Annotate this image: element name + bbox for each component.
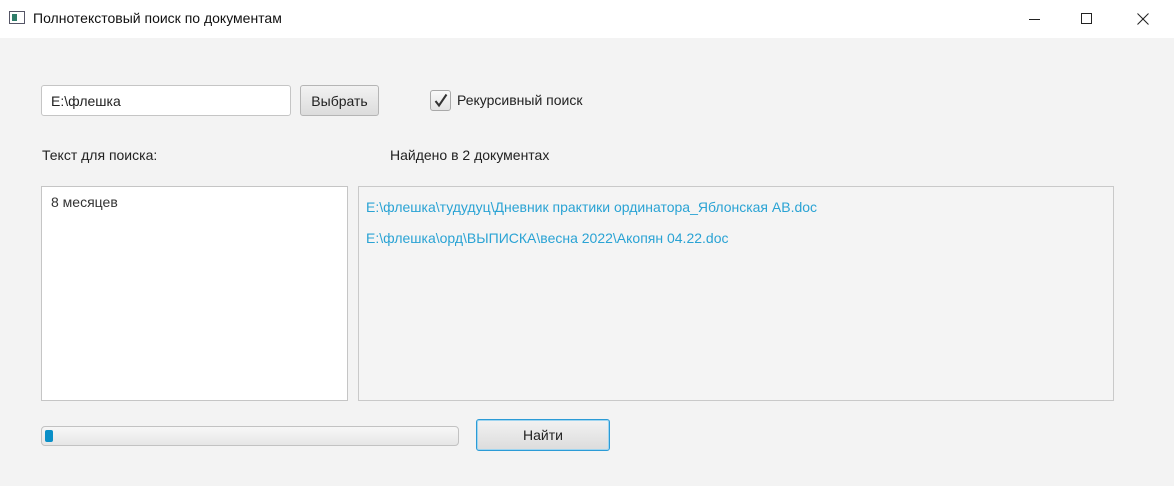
- app-window-icon: [9, 11, 25, 24]
- progress-fill: [45, 430, 53, 442]
- close-button[interactable]: [1120, 0, 1166, 38]
- maximize-icon: [1081, 13, 1092, 24]
- search-text-label: Текст для поиска:: [42, 147, 158, 163]
- results-list[interactable]: E:\флешка\тудудуц\Дневник практики ордин…: [358, 186, 1114, 401]
- title-bar[interactable]: Полнотекстовый поиск по документам: [0, 0, 1174, 38]
- window-title: Полнотекстовый поиск по документам: [33, 10, 282, 26]
- results-summary: Найдено в 2 документах: [390, 147, 550, 163]
- recursive-search-checkbox[interactable]: [430, 90, 451, 111]
- minimize-icon: [1029, 19, 1040, 20]
- minimize-button[interactable]: [1012, 0, 1058, 38]
- result-link[interactable]: E:\флешка\орд\ВЫПИСКА\весна 2022\Акопян …: [366, 223, 1106, 254]
- search-text-area[interactable]: 8 месяцев: [41, 186, 348, 401]
- result-link[interactable]: E:\флешка\тудудуц\Дневник практики ордин…: [366, 192, 1106, 223]
- folder-path-input[interactable]: [41, 85, 291, 116]
- checkmark-icon: [434, 93, 448, 108]
- close-icon: [1137, 13, 1149, 25]
- search-button[interactable]: Найти: [476, 419, 610, 451]
- maximize-button[interactable]: [1064, 0, 1110, 38]
- search-progress-bar: [41, 426, 459, 446]
- recursive-search-label[interactable]: Рекурсивный поиск: [457, 92, 583, 108]
- app-window: Полнотекстовый поиск по документам Выбра…: [0, 0, 1174, 486]
- choose-folder-button[interactable]: Выбрать: [300, 85, 379, 116]
